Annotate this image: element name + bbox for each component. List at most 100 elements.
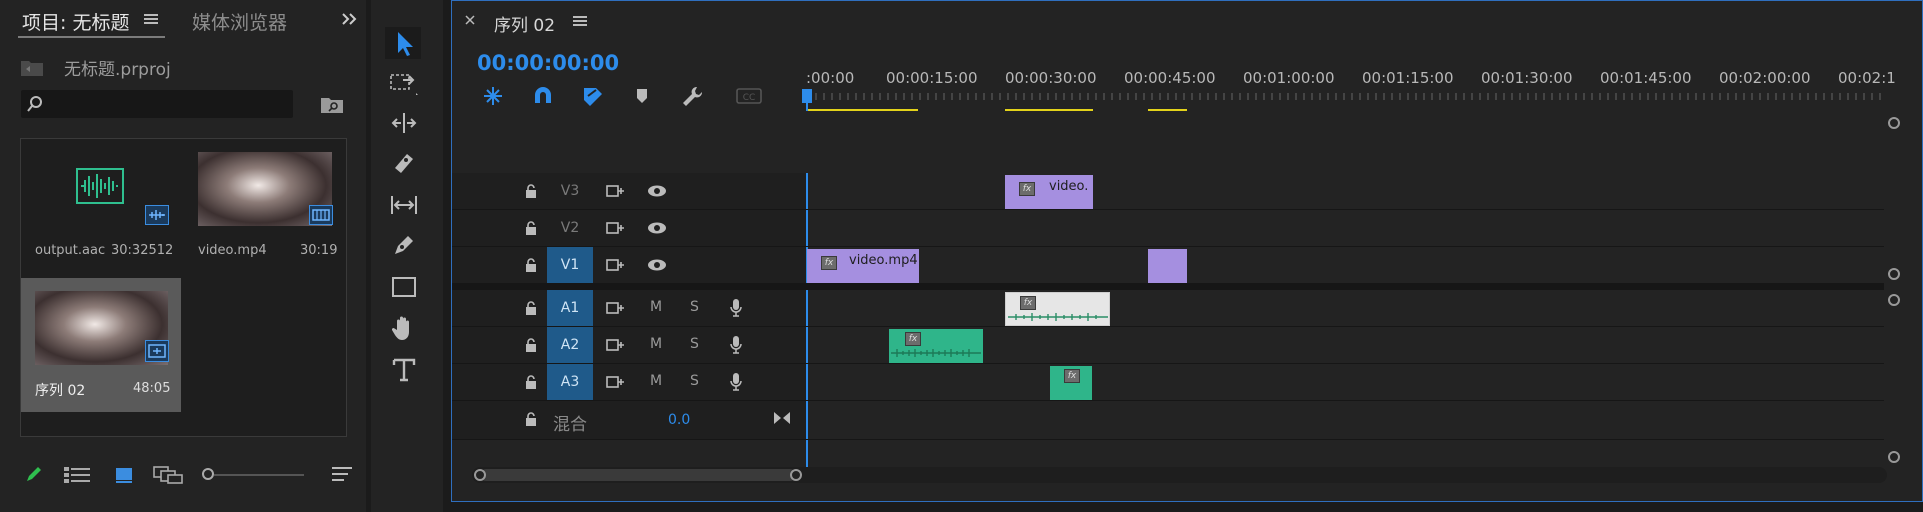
lock-icon[interactable] xyxy=(524,220,538,236)
solo-button[interactable]: S xyxy=(690,336,699,352)
video-clip[interactable] xyxy=(1148,249,1187,283)
hand-tool-icon[interactable] xyxy=(389,314,419,342)
timeline-panel: 序列 02 00:00:00:00 CC :00:00 00:00:15:00 … xyxy=(451,0,1923,502)
lock-icon[interactable] xyxy=(524,374,538,390)
scrollbar-right-handle[interactable] xyxy=(790,469,802,481)
new-search-bin-icon[interactable] xyxy=(320,93,344,115)
eye-icon[interactable] xyxy=(646,183,668,199)
audio-scroll-top-handle[interactable] xyxy=(1888,294,1900,306)
type-tool-icon[interactable] xyxy=(389,356,419,384)
video-clip[interactable]: fx video.mp4 xyxy=(807,249,919,283)
timeline-tab-title[interactable]: 序列 02 xyxy=(494,11,555,36)
track-name[interactable]: V3 xyxy=(547,173,593,209)
icon-view-icon[interactable] xyxy=(114,465,134,485)
panel-menu-icon[interactable] xyxy=(144,12,158,26)
video-clip[interactable]: fx video. xyxy=(1005,175,1093,209)
audio-scroll-bottom-handle[interactable] xyxy=(1888,451,1900,463)
panel-overflow-icon[interactable] xyxy=(340,11,358,27)
clip-name: video. xyxy=(1049,179,1089,194)
sort-menu-icon[interactable] xyxy=(332,464,354,484)
freeform-view-icon[interactable] xyxy=(153,465,183,485)
lock-icon[interactable] xyxy=(524,183,538,199)
close-icon[interactable] xyxy=(464,14,476,26)
lock-icon[interactable] xyxy=(524,300,538,316)
clip-name: video.mp4 xyxy=(849,253,918,268)
razor-icon[interactable] xyxy=(389,150,419,176)
sync-lock-icon[interactable] xyxy=(606,183,626,199)
sync-lock-icon[interactable] xyxy=(606,257,626,273)
track-name[interactable]: A1 xyxy=(547,290,593,326)
wrench-icon[interactable] xyxy=(680,85,704,107)
zoom-slider-track xyxy=(214,474,304,476)
ruler-label: 00:01:30:00 xyxy=(1481,69,1573,87)
search-input[interactable] xyxy=(21,90,293,118)
item-name: output.aac xyxy=(35,243,106,258)
microphone-icon[interactable] xyxy=(728,335,744,355)
microphone-icon[interactable] xyxy=(728,372,744,392)
lock-icon[interactable] xyxy=(524,337,538,353)
sync-lock-icon[interactable] xyxy=(606,220,626,236)
captions-icon[interactable]: CC xyxy=(736,87,762,105)
video-scroll-top-handle[interactable] xyxy=(1888,117,1900,129)
list-view-icon[interactable] xyxy=(64,466,90,484)
go-to-in-out-icon[interactable] xyxy=(772,409,792,427)
timeline-menu-icon[interactable] xyxy=(573,15,587,27)
scrollbar-left-handle[interactable] xyxy=(474,469,486,481)
sync-lock-icon[interactable] xyxy=(606,374,626,390)
sync-lock-icon[interactable] xyxy=(606,337,626,353)
mute-button[interactable]: M xyxy=(650,336,662,352)
zoom-slider[interactable] xyxy=(202,466,304,484)
list-item[interactable]: video.mp4 30:19 xyxy=(184,139,346,277)
list-item[interactable]: output.aac 30:32512 xyxy=(21,139,180,277)
list-item[interactable]: 序列 02 48:05 xyxy=(21,278,181,412)
track-select-icon[interactable] xyxy=(389,70,419,96)
playhead-timecode[interactable]: 00:00:00:00 xyxy=(477,51,619,75)
audio-clip[interactable]: fx xyxy=(889,329,983,363)
zoom-slider-handle[interactable] xyxy=(202,468,214,480)
rectangle-tool-icon[interactable] xyxy=(389,274,419,300)
eye-icon[interactable] xyxy=(646,257,668,273)
audio-clip[interactable]: fx xyxy=(1005,292,1110,326)
item-name: video.mp4 xyxy=(198,243,267,258)
eye-icon[interactable] xyxy=(646,220,668,236)
project-panel: 项目: 无标题 媒体浏览器 无标题.prproj output.aac 30:3… xyxy=(0,0,366,512)
fx-badge: fx xyxy=(821,256,837,270)
slip-icon[interactable] xyxy=(389,192,419,218)
track-mix: 混合 0.0 xyxy=(452,401,1884,440)
sync-lock-icon[interactable] xyxy=(606,300,626,316)
snap-magnet-icon[interactable] xyxy=(530,85,556,107)
lock-icon[interactable] xyxy=(524,411,538,427)
add-marker-icon[interactable] xyxy=(632,86,652,106)
nest-icon[interactable] xyxy=(480,85,506,107)
horizontal-scrollbar[interactable] xyxy=(472,467,1887,483)
selection-tool[interactable] xyxy=(385,27,421,59)
ruler-label: 00:00:45:00 xyxy=(1124,69,1216,87)
pen-tool-icon[interactable] xyxy=(389,232,419,258)
solo-button[interactable]: S xyxy=(690,373,699,389)
track-name[interactable]: V2 xyxy=(547,210,593,246)
microphone-icon[interactable] xyxy=(728,298,744,318)
time-ruler[interactable]: :00:00 00:00:15:00 00:00:30:00 00:00:45:… xyxy=(806,63,1896,112)
track-name[interactable]: A2 xyxy=(547,327,593,363)
item-name: 序列 02 xyxy=(35,383,86,399)
mix-volume-value[interactable]: 0.0 xyxy=(668,412,690,428)
audio-clip[interactable]: fx xyxy=(1050,366,1092,400)
tools-panel xyxy=(371,0,443,512)
lock-icon[interactable] xyxy=(524,257,538,273)
linked-selection-icon[interactable] xyxy=(580,85,606,107)
track-name[interactable]: V1 xyxy=(547,247,593,283)
search-icon xyxy=(27,96,43,112)
video-scroll-bottom-handle[interactable] xyxy=(1888,268,1900,280)
solo-button[interactable]: S xyxy=(690,299,699,315)
track-header xyxy=(452,290,806,326)
ripple-edit-icon[interactable] xyxy=(389,110,419,136)
track-name[interactable]: A3 xyxy=(547,364,593,400)
track-header xyxy=(452,401,806,439)
scrollbar-thumb[interactable] xyxy=(480,469,796,481)
mute-button[interactable]: M xyxy=(650,373,662,389)
project-folder-icon xyxy=(20,56,44,78)
pencil-icon[interactable] xyxy=(24,464,44,484)
tab-project[interactable]: 项目: 无标题 xyxy=(22,8,129,35)
tab-media-browser[interactable]: 媒体浏览器 xyxy=(192,8,287,35)
mute-button[interactable]: M xyxy=(650,299,662,315)
